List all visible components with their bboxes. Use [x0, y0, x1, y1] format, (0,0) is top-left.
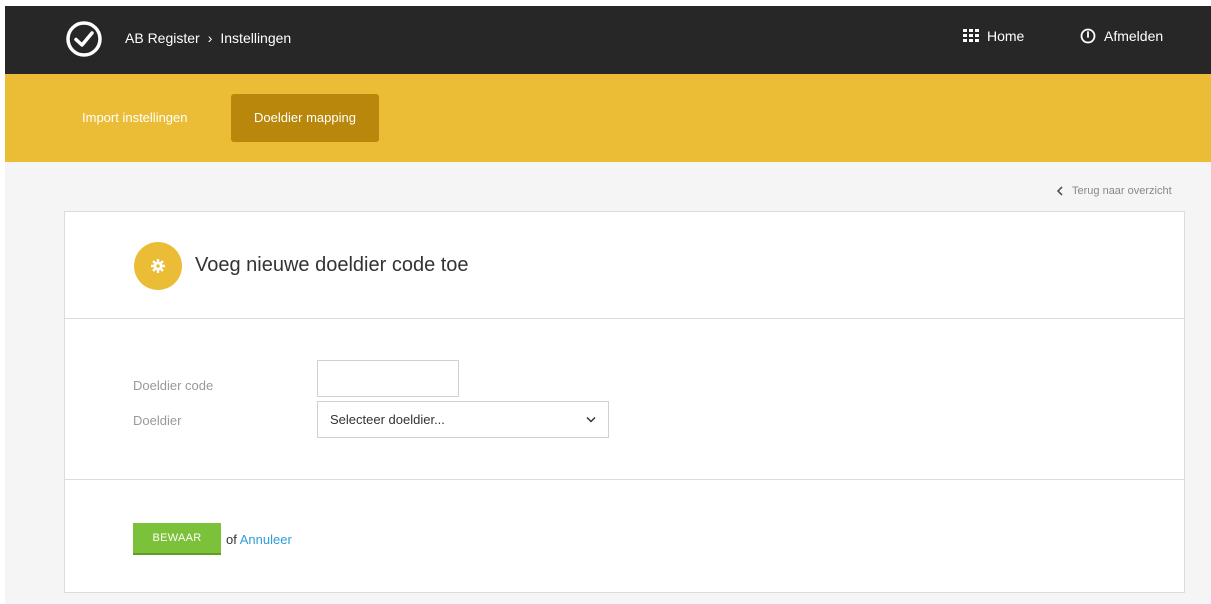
footer-actions-text: of Annuleer	[226, 532, 292, 547]
card-form: Doeldier code Doeldier Selecteer doeldie…	[65, 320, 1184, 480]
tab-doeldier-mapping[interactable]: Doeldier mapping	[231, 94, 379, 142]
breadcrumb-app[interactable]: AB Register	[125, 30, 200, 46]
card-footer: BEWAAR of Annuleer	[65, 481, 1184, 593]
doeldier-code-label: Doeldier code	[133, 378, 214, 393]
breadcrumb: AB Register › Instellingen	[125, 30, 291, 46]
logout-label: Afmelden	[1104, 28, 1164, 44]
back-to-overview-link[interactable]: Terug naar overzicht	[1056, 185, 1172, 197]
doeldier-code-input[interactable]	[317, 360, 459, 397]
page-frame: AB Register › Instellingen Home Afmelden…	[5, 6, 1211, 604]
gear-icon	[134, 242, 182, 290]
home-link[interactable]: Home	[963, 28, 1024, 44]
add-doeldier-card: Voeg nieuwe doeldier code toe Doeldier c…	[64, 211, 1185, 593]
or-text: of	[226, 532, 237, 547]
checkmark-logo-icon[interactable]	[65, 20, 103, 58]
card-header: Voeg nieuwe doeldier code toe	[65, 212, 1184, 319]
tab-bar: Import instellingen Doeldier mapping	[5, 74, 1211, 162]
home-label: Home	[987, 28, 1025, 44]
logout-link[interactable]: Afmelden	[1080, 28, 1163, 44]
grid-icon	[963, 29, 979, 43]
card-title: Voeg nieuwe doeldier code toe	[195, 254, 469, 276]
tab-import-instellingen[interactable]: Import instellingen	[65, 94, 205, 142]
doeldier-select-value: Selecteer doeldier...	[330, 412, 445, 427]
back-link-label: Terug naar overzicht	[1072, 185, 1172, 197]
breadcrumb-current: Instellingen	[220, 30, 292, 46]
breadcrumb-separator: ›	[207, 30, 213, 46]
doeldier-label: Doeldier	[133, 413, 182, 428]
chevron-down-icon	[586, 416, 596, 423]
power-icon	[1080, 28, 1096, 44]
gear-glyph	[151, 259, 165, 273]
save-button[interactable]: BEWAAR	[133, 523, 221, 555]
cancel-link[interactable]: Annuleer	[240, 532, 292, 547]
chevron-left-icon	[1056, 186, 1063, 196]
top-navigation-bar: AB Register › Instellingen Home Afmelden	[5, 6, 1211, 74]
doeldier-select[interactable]: Selecteer doeldier...	[317, 401, 609, 438]
